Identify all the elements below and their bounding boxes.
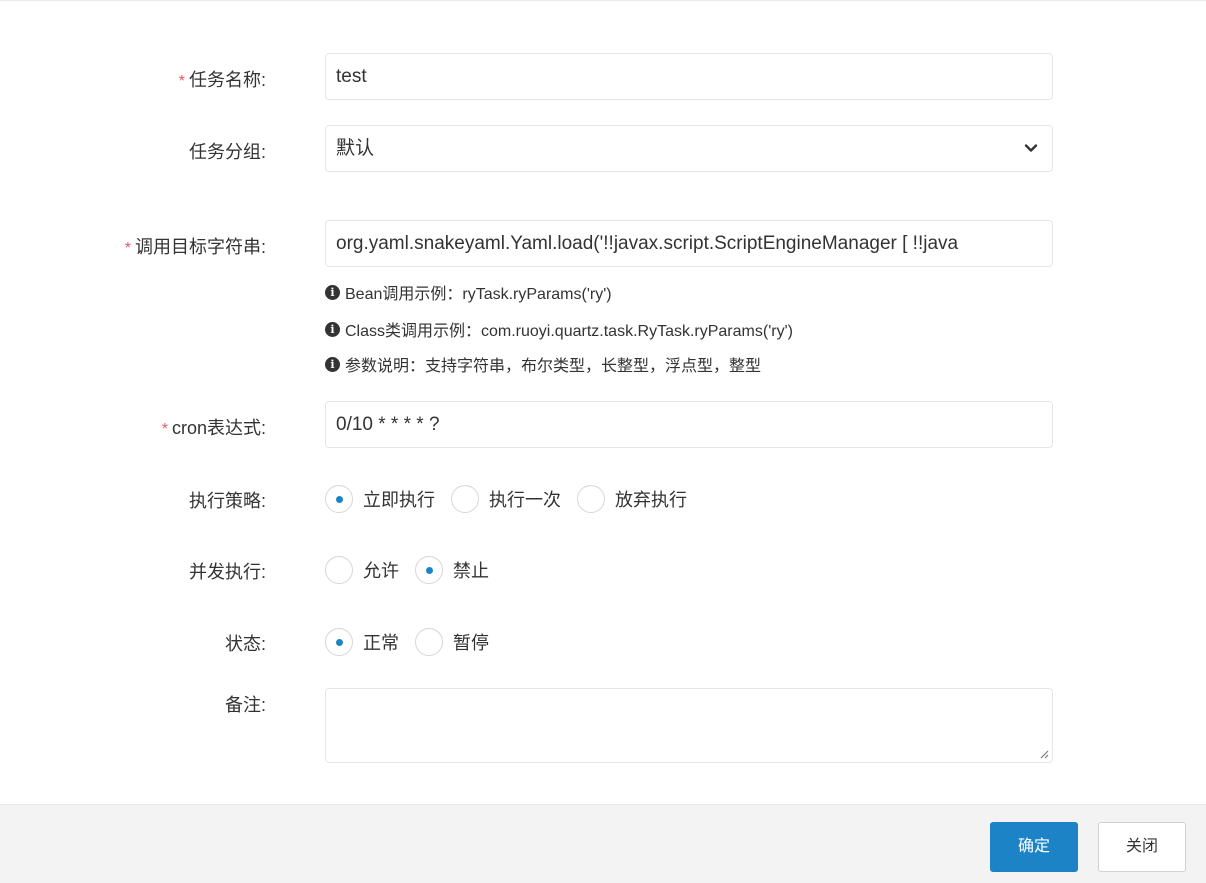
invoke-target-input[interactable]: org.yaml.snakeyaml.Yaml.load('!!javax.sc… [325, 220, 1053, 267]
radio-circle-checked[interactable] [325, 628, 353, 656]
radio-once[interactable]: 执行一次 [451, 485, 561, 513]
remark-textarea[interactable] [325, 688, 1053, 763]
invoke-target-label: * 调用目标字符串: [124, 237, 266, 257]
radio-circle[interactable] [451, 485, 479, 513]
help-param-desc: i 参数说明：支持字符串，布尔类型，长整型，浮点型，整型 [325, 352, 761, 376]
required-mark: * [161, 421, 168, 438]
radio-normal[interactable]: 正常 [325, 628, 399, 656]
job-form: * 任务名称: test 任务分组: 默认 * 调用目标字符串: org.yaml.… [0, 1, 1206, 804]
misfire-policy-group: 立即执行 执行一次 放弃执行 [325, 484, 703, 514]
radio-circle[interactable] [415, 628, 443, 656]
info-icon: i [325, 321, 340, 337]
invoke-target-row: * 调用目标字符串: org.yaml.snakeyaml.Yaml.load('… [0, 220, 1206, 380]
radio-allow[interactable]: 允许 [325, 556, 399, 584]
task-name-label: * 任务名称: [178, 70, 266, 90]
radio-circle-checked[interactable] [325, 485, 353, 513]
required-mark: * [124, 240, 131, 257]
radio-circle[interactable] [325, 556, 353, 584]
status-group: 正常 暂停 [325, 627, 505, 657]
status-row: 状态: 正常 暂停 [0, 627, 1206, 657]
radio-abandon[interactable]: 放弃执行 [577, 485, 687, 513]
info-icon: i [325, 356, 340, 372]
concurrent-label: 并发执行: [188, 562, 266, 582]
task-group-selected: 默认 [336, 138, 375, 159]
misfire-policy-row: 执行策略: 立即执行 执行一次 放弃执行 [0, 484, 1206, 514]
resize-handle-icon[interactable] [1039, 749, 1049, 759]
concurrent-group: 允许 禁止 [325, 555, 505, 585]
dialog-footer: 确定 关闭 [0, 804, 1206, 883]
status-label: 状态: [224, 634, 266, 654]
task-group-row: 任务分组: 默认 [0, 125, 1206, 173]
task-name-row: * 任务名称: test [0, 53, 1206, 101]
concurrent-row: 并发执行: 允许 禁止 [0, 555, 1206, 585]
chevron-down-icon [1024, 144, 1038, 152]
required-mark: * [178, 73, 185, 90]
remark-label: 备注: [224, 695, 266, 715]
radio-immediate[interactable]: 立即执行 [325, 485, 435, 513]
help-class-example: i Class类调用示例：com.ruoyi.quartz.task.RyTas… [325, 317, 793, 341]
radio-circle[interactable] [577, 485, 605, 513]
cron-input[interactable]: 0/10 * * * * ? [325, 401, 1053, 448]
task-group-select[interactable]: 默认 [325, 125, 1053, 172]
help-bean-example: i Bean调用示例：ryTask.ryParams('ry') [325, 280, 612, 304]
close-button[interactable]: 关闭 [1098, 822, 1186, 872]
job-edit-dialog: * 任务名称: test 任务分组: 默认 * 调用目标字符串: org.yaml.… [0, 0, 1206, 883]
info-icon: i [325, 284, 340, 300]
remark-row: 备注: [0, 688, 1206, 764]
cron-row: * cron表达式: 0/10 * * * * ? [0, 401, 1206, 449]
radio-pause[interactable]: 暂停 [415, 628, 489, 656]
task-group-label: 任务分组: [188, 142, 266, 162]
task-name-input[interactable]: test [325, 53, 1053, 100]
confirm-button[interactable]: 确定 [990, 822, 1078, 872]
cron-label: * cron表达式: [161, 418, 266, 438]
radio-circle-checked[interactable] [415, 556, 443, 584]
radio-forbid[interactable]: 禁止 [415, 556, 489, 584]
misfire-policy-label: 执行策略: [188, 491, 266, 511]
